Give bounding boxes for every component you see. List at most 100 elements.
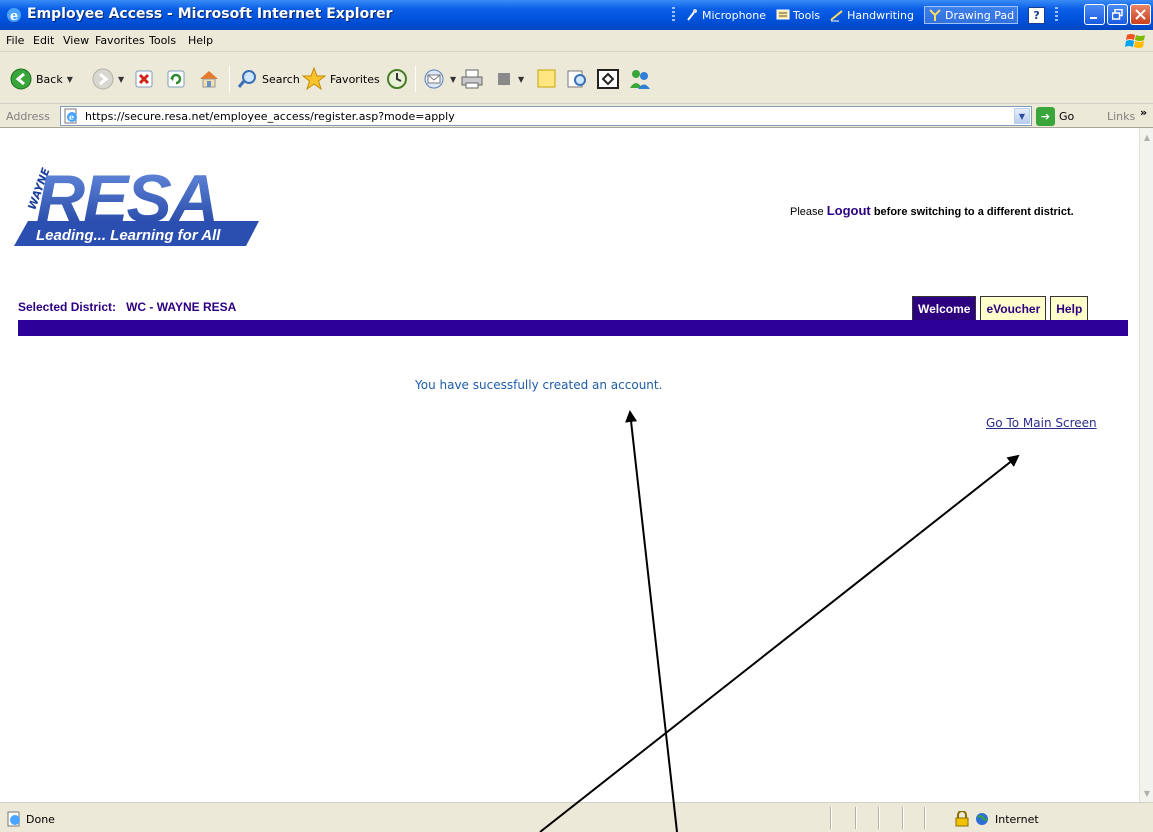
search-label: Search xyxy=(262,72,300,86)
address-input[interactable]: e https://secure.resa.net/employee_acces… xyxy=(60,106,1032,126)
langbar-grip[interactable] xyxy=(672,7,675,23)
go-to-main-screen-link[interactable]: Go To Main Screen xyxy=(986,416,1097,430)
restore-button[interactable] xyxy=(1107,4,1128,25)
window-title: Employee Access - Microsoft Internet Exp… xyxy=(27,6,393,22)
status-cell xyxy=(855,807,857,829)
close-button[interactable] xyxy=(1130,4,1151,25)
toolbar: Back ▼ ▼ Search Favorites ▼ ▼ xyxy=(0,52,1153,104)
menu-edit[interactable]: Edit xyxy=(33,34,54,47)
home-button[interactable] xyxy=(198,64,220,94)
media-icon xyxy=(597,69,619,89)
scroll-up-icon[interactable]: ▲ xyxy=(1141,130,1153,144)
go-label: Go xyxy=(1059,109,1075,123)
research-button[interactable] xyxy=(566,64,588,94)
drawing-pad-label: Drawing Pad xyxy=(945,8,1015,22)
menu-tools[interactable]: Tools xyxy=(149,34,176,47)
handwriting-label: Handwriting xyxy=(847,8,915,22)
tools-icon xyxy=(776,9,790,20)
edit-page-icon xyxy=(498,73,510,85)
forward-dropdown-icon[interactable]: ▼ xyxy=(118,75,124,84)
refresh-button[interactable] xyxy=(166,64,186,94)
security-zone: Internet xyxy=(955,811,1039,827)
page-content: WAYNE RESA Leading... Learning for All P… xyxy=(0,128,1139,802)
address-dropdown-icon[interactable]: ▼ xyxy=(1014,108,1030,124)
title-bar[interactable]: e Employee Access - Microsoft Internet E… xyxy=(0,0,1153,30)
vertical-scrollbar[interactable]: ▲ ▼ xyxy=(1139,128,1153,802)
logout-link[interactable]: Logout xyxy=(827,203,871,218)
edit-button[interactable]: ▼ xyxy=(494,64,524,94)
discuss-button[interactable] xyxy=(536,64,558,94)
edit-dropdown-icon[interactable]: ▼ xyxy=(518,75,524,84)
ie-icon: e xyxy=(7,8,21,23)
lock-icon xyxy=(955,811,969,827)
windows-flag-icon xyxy=(1125,34,1145,48)
search-button[interactable]: Search xyxy=(236,64,300,94)
menu-help[interactable]: Help xyxy=(188,34,213,47)
menu-view[interactable]: View xyxy=(63,34,89,47)
minimize-button[interactable] xyxy=(1084,4,1105,25)
language-bar: Microphone Tools Handwriting Drawing Pad… xyxy=(672,4,1059,26)
favorites-button[interactable]: Favorites xyxy=(302,64,380,94)
handwriting-icon xyxy=(830,10,843,22)
discuss-note-icon xyxy=(537,69,556,88)
forward-button[interactable]: ▼ xyxy=(92,64,124,94)
logout-notice-suffix: before switching to a different district… xyxy=(873,206,1074,218)
go-button[interactable]: ➔ Go xyxy=(1036,106,1074,126)
status-cell xyxy=(924,807,926,829)
favorites-label: Favorites xyxy=(330,72,380,86)
media-button[interactable] xyxy=(596,64,620,94)
langbar-help-icon[interactable]: ? xyxy=(1028,6,1046,24)
tab-evoucher[interactable]: eVoucher xyxy=(980,296,1047,320)
close-icon xyxy=(1135,9,1146,20)
back-label: Back xyxy=(36,72,63,86)
status-done-label: Done xyxy=(26,812,55,826)
selected-district: Selected District: WC - WAYNE RESA xyxy=(18,300,236,314)
links-chevron-icon[interactable]: » xyxy=(1140,106,1147,119)
minimize-icon xyxy=(1090,17,1097,19)
print-icon xyxy=(461,69,483,89)
success-message: You have sucessfully created an account. xyxy=(415,378,663,392)
print-button[interactable] xyxy=(460,64,484,94)
langbar-tools-button[interactable]: Tools xyxy=(776,8,820,22)
restore-icon xyxy=(1112,9,1123,20)
status-bar: Done Internet xyxy=(0,802,1153,832)
links-button[interactable]: Links xyxy=(1107,110,1135,123)
mail-button[interactable]: ▼ xyxy=(422,64,456,94)
forward-arrow-icon xyxy=(92,68,114,90)
back-button[interactable]: Back ▼ xyxy=(10,64,73,94)
logout-notice-prefix: Please xyxy=(790,206,824,218)
drawing-pad-button[interactable]: Drawing Pad xyxy=(924,6,1019,24)
mail-icon xyxy=(424,69,444,89)
history-button[interactable] xyxy=(386,64,408,94)
address-bar: Address e https://secure.resa.net/employ… xyxy=(0,104,1153,128)
back-dropdown-icon[interactable]: ▼ xyxy=(67,75,73,84)
handwriting-button[interactable]: Handwriting xyxy=(830,8,914,22)
status-cell xyxy=(902,807,904,829)
messenger-icon xyxy=(630,70,650,89)
menu-file[interactable]: File xyxy=(6,34,24,47)
microphone-icon xyxy=(687,9,697,21)
toolbar-separator xyxy=(415,66,416,92)
scroll-down-icon[interactable]: ▼ xyxy=(1141,786,1153,800)
favorites-star-icon xyxy=(302,67,326,91)
tab-help[interactable]: Help xyxy=(1050,296,1089,320)
messenger-button[interactable] xyxy=(628,64,652,94)
nav-tabs: Welcome eVoucher Help xyxy=(912,296,1089,320)
status-cell xyxy=(830,807,832,829)
stop-button[interactable] xyxy=(134,64,154,94)
wayne-resa-logo: WAYNE RESA Leading... Learning for All xyxy=(14,161,259,246)
tab-welcome[interactable]: Welcome xyxy=(912,296,977,320)
zone-label: Internet xyxy=(995,812,1039,826)
address-url: https://secure.resa.net/employee_access/… xyxy=(85,110,455,123)
selected-district-label: Selected District: xyxy=(18,300,117,314)
research-icon xyxy=(567,70,586,88)
langbar-options-grip[interactable] xyxy=(1055,7,1059,23)
svg-text:e: e xyxy=(10,9,18,23)
svg-text:e: e xyxy=(69,112,74,122)
menu-favorites[interactable]: Favorites xyxy=(95,34,145,47)
header-divider-bar xyxy=(18,320,1128,336)
logout-notice: Please Logout before switching to a diff… xyxy=(790,203,1074,218)
microphone-button[interactable]: Microphone xyxy=(685,8,766,22)
mail-dropdown-icon[interactable]: ▼ xyxy=(450,75,456,84)
refresh-icon xyxy=(167,70,185,88)
